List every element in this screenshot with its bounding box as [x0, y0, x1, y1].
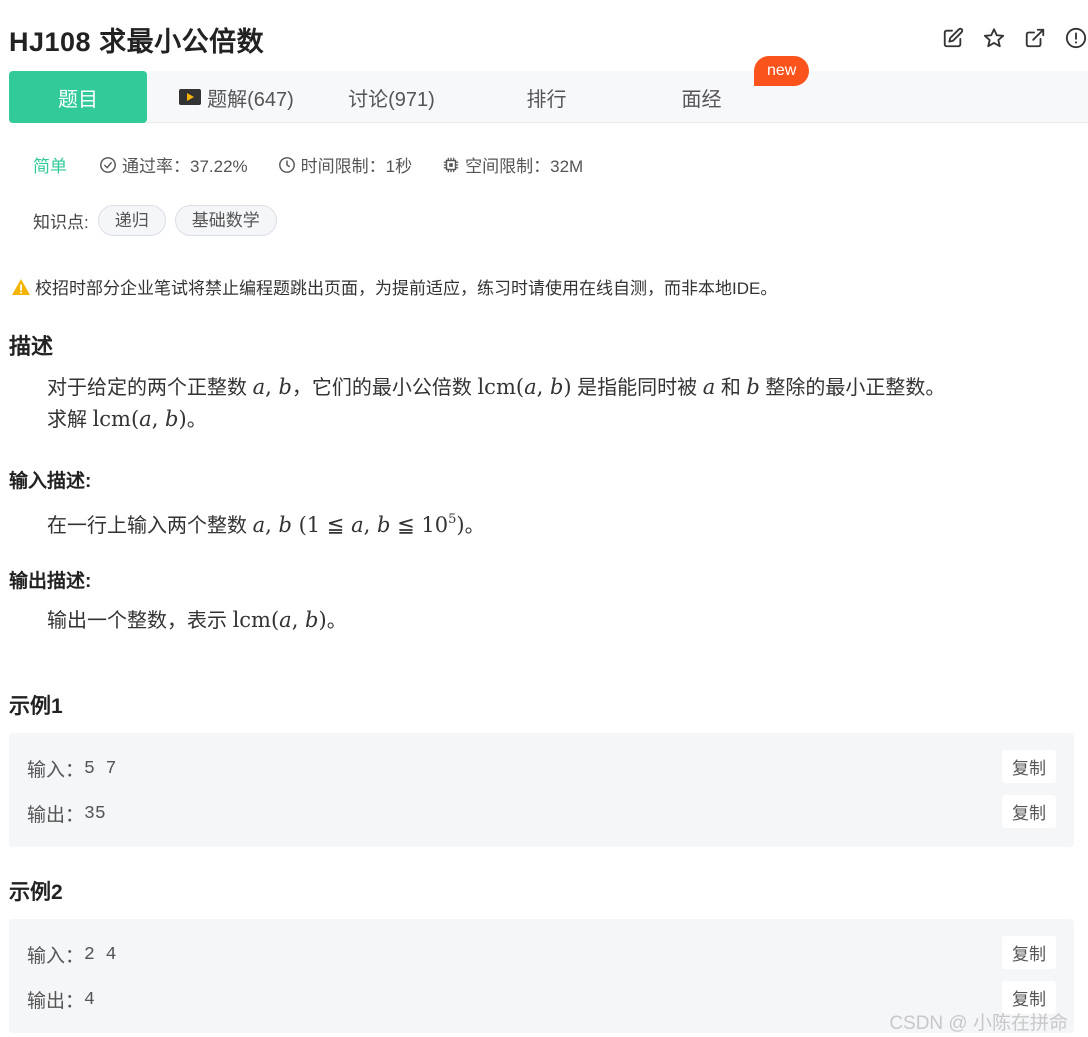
text-span: 在一行上输入两个整数 — [47, 515, 247, 537]
tag-recursion[interactable]: 递归 — [97, 205, 166, 236]
text-span: 是指能同时被 — [577, 377, 698, 399]
check-circle-icon — [100, 156, 116, 173]
watermark: CSDN @ 小陈在拼命 — [889, 1013, 1068, 1034]
example-1-box: 输入： 5 7 复制 输出： 35 复制 — [9, 733, 1074, 847]
knowledge-label: 知识点: — [33, 213, 89, 232]
output-label: 输出： — [27, 991, 85, 1012]
time-limit: 时间限制：1秒 — [278, 152, 412, 177]
tab-discussion[interactable]: 讨论(971) — [329, 71, 454, 123]
problem-page: HJ108 求最小公倍数 题目 题解(647) 讨论(971) 排行 面经 ne… — [0, 0, 1088, 1037]
problem-meta: 简单 通过率：37.22% 时间限制：1秒 空间限制：32M — [33, 152, 613, 177]
description-heading: 描述 — [9, 334, 54, 359]
tab-label: 面经 — [681, 88, 722, 111]
tag-basic-math[interactable]: 基础数学 — [174, 205, 277, 236]
text-span: 输出一个整数，表示 — [47, 610, 227, 632]
info-icon[interactable] — [1064, 26, 1088, 50]
math-lcm: lcm(a, b) — [92, 407, 187, 431]
difficulty-label: 简单 — [33, 157, 67, 176]
tab-bar: 题目 题解(647) 讨论(971) 排行 面经 — [9, 71, 1088, 123]
knowledge-points: 知识点: 递归 基础数学 — [33, 205, 277, 236]
output-desc-heading: 输出描述: — [9, 571, 92, 592]
tab-label: 题解(647) — [207, 88, 294, 111]
play-icon — [179, 89, 202, 105]
input-desc-text: 在一行上输入两个整数 a, b (1 ≦ a, b ≦ 105)。 — [47, 504, 485, 542]
example-input-row: 输入： 5 7 — [27, 755, 116, 782]
pass-rate: 通过率：37.22% — [99, 152, 248, 177]
chip-icon — [443, 157, 459, 172]
new-badge: new — [754, 56, 810, 86]
math-b: b — [746, 375, 760, 399]
star-icon[interactable] — [982, 26, 1006, 50]
copy-button[interactable]: 复制 — [1002, 936, 1056, 969]
example-input-row: 输入： 2 4 — [27, 941, 116, 968]
text-span: 对于给定的两个正整数 — [47, 377, 247, 399]
example-2-heading: 示例2 — [9, 881, 63, 904]
input-label: 输入： — [27, 760, 85, 781]
output-value: 35 — [84, 803, 106, 824]
space-limit-text: 空间限制：32M — [465, 157, 584, 176]
math-a: a — [702, 375, 716, 399]
external-link-icon[interactable] — [1023, 26, 1047, 50]
example-output-row: 输出： 35 — [27, 800, 106, 827]
page-title: HJ108 求最小公倍数 — [9, 27, 265, 57]
math-constraint: a, b (1 ≦ a, b ≦ 105) — [252, 512, 465, 537]
math-lcm: lcm(a, b) — [477, 375, 572, 399]
output-value: 4 — [84, 989, 95, 1010]
copy-button[interactable]: 复制 — [1002, 750, 1056, 783]
warning-notice: 校招时部分企业笔试将禁止编程题跳出页面，为提前适应，练习时请使用在线自测，而非本… — [11, 274, 777, 299]
pass-rate-text: 通过率：37.22% — [122, 157, 248, 176]
input-label: 输入： — [27, 946, 85, 967]
warning-icon — [12, 278, 30, 295]
text-span: 和 — [720, 377, 741, 399]
text-span: 整除的最小正整数。 — [765, 377, 946, 399]
clock-icon — [278, 156, 295, 173]
output-desc-text: 输出一个整数，表示 lcm(a, b)。 — [47, 604, 347, 637]
tab-solutions[interactable]: 题解(647) — [169, 71, 304, 123]
math-lcm: lcm(a, b) — [232, 608, 327, 632]
warning-text: 校招时部分企业笔试将禁止编程题跳出页面，为提前适应，练习时请使用在线自测，而非本… — [35, 279, 778, 298]
example-1-heading: 示例1 — [9, 695, 63, 718]
math-ab: a, b — [252, 375, 292, 399]
input-value: 2 4 — [84, 944, 117, 965]
output-label: 输出： — [27, 805, 85, 826]
tab-label: 排行 — [526, 88, 567, 111]
header-toolbar — [941, 26, 1088, 50]
time-limit-text: 时间限制：1秒 — [300, 157, 413, 176]
text-span: 。 — [464, 515, 485, 537]
tab-problem[interactable]: 题目 — [9, 71, 147, 123]
text-span: 。 — [186, 409, 207, 431]
tab-label: 讨论(971) — [348, 88, 435, 111]
tab-label: 题目 — [58, 88, 98, 111]
input-desc-heading: 输入描述: — [9, 471, 92, 492]
input-value: 5 7 — [84, 758, 117, 779]
tab-ranking[interactable]: 排行 — [499, 71, 594, 123]
description-line-2: 求解 lcm(a, b)。 — [47, 403, 207, 436]
copy-button[interactable]: 复制 — [1002, 795, 1056, 828]
text-span: 求解 — [47, 409, 87, 431]
space-limit: 空间限制：32M — [442, 152, 583, 177]
example-output-row: 输出： 4 — [27, 986, 95, 1013]
tab-interview[interactable]: 面经 — [654, 71, 749, 123]
text-span: 。 — [326, 610, 347, 632]
description-line-1: 对于给定的两个正整数 a, b，它们的最小公倍数 lcm(a, b) 是指能同时… — [47, 371, 945, 404]
edit-icon[interactable] — [941, 26, 965, 50]
text-span: ，它们的最小公倍数 — [291, 377, 472, 399]
